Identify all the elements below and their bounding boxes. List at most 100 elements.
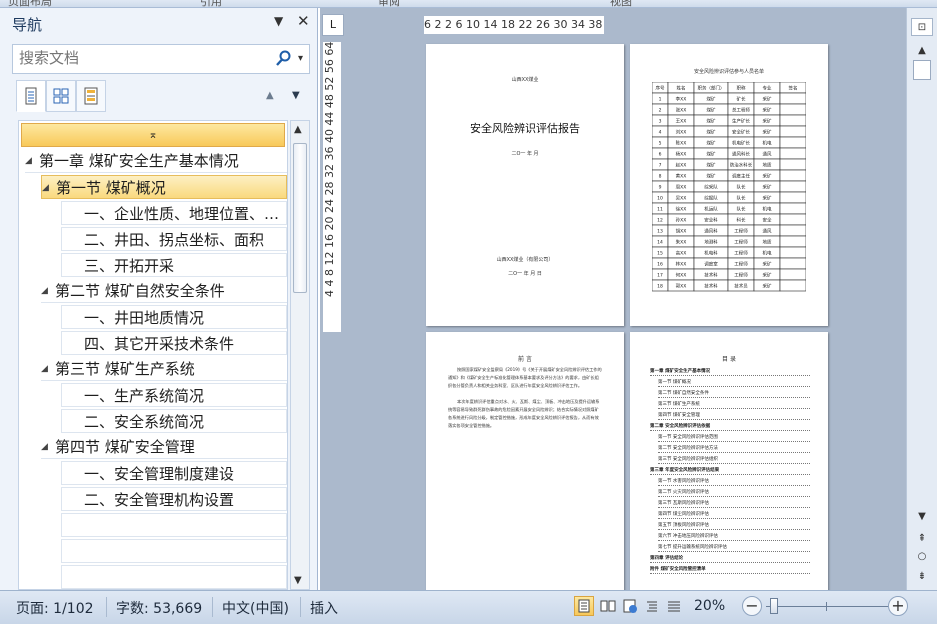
table-cell	[779, 224, 806, 237]
tree-item-label: 三、开拓开采	[84, 257, 175, 275]
tree-item-label: 第一章 煤矿安全生产基本情况	[39, 152, 239, 170]
expand-triangle-icon[interactable]: ◢	[25, 149, 39, 172]
search-box[interactable]: ▾	[12, 44, 310, 74]
table-cell	[779, 235, 806, 248]
table-cell-text: 通风	[763, 151, 772, 158]
table-cell	[779, 114, 806, 127]
zoom-out-button[interactable]: −	[742, 596, 762, 616]
outline-view-button[interactable]	[642, 596, 662, 616]
tree-item[interactable]: 一、井田地质情况	[61, 305, 287, 329]
cover-footer-date: 二O一 年 月 日	[508, 271, 542, 277]
tree-item[interactable]: 三、开拓开采	[61, 253, 287, 277]
tree-item[interactable]: ◢ 第三节 煤矿生产系统	[41, 357, 287, 381]
search-icon[interactable]	[275, 49, 293, 69]
print-layout-view-button[interactable]	[574, 596, 594, 616]
table-cell-text: 生产矿长	[732, 118, 750, 125]
table-cell	[779, 257, 806, 270]
toc-entry: 第三节 煤矿生产系统	[658, 401, 810, 409]
table-cell	[779, 213, 806, 226]
toc-entry: 第一节 水害风险辨识评估	[658, 478, 810, 486]
tree-item[interactable]: 二、安全管理机构设置	[61, 487, 287, 511]
ribbon-tab-remnant[interactable]: 审阅	[378, 0, 400, 7]
page-thumbnail-2[interactable]: 安全风险辨识评估参与人员名单 序号 姓名 职务（部门） 职称 专业 签名 1 李XX 煤矿 矿长采…	[630, 44, 828, 326]
tree-item[interactable]: 二、井田、拐点坐标、面积	[61, 227, 287, 251]
tab-selector[interactable]: L	[322, 14, 344, 36]
zoom-slider-track[interactable]	[766, 606, 890, 607]
zoom-slider-thumb[interactable]	[770, 598, 778, 614]
tree-item[interactable]: ◢ 第四节 煤矿安全管理	[41, 435, 287, 459]
table-cell-text: 技术员	[734, 283, 748, 290]
previous-result-icon[interactable]: ▲	[266, 90, 274, 101]
document-area[interactable]: L 6 2 2 6 10 14 18 22 26 30 34 38 42 4 4…	[320, 8, 906, 590]
browse-object-icon[interactable]: ○	[911, 548, 933, 566]
tab-pages[interactable]	[46, 80, 76, 112]
view-options-icon[interactable]: ⊡	[911, 18, 933, 36]
nav-scrollbar[interactable]: ▲ ▼	[290, 120, 310, 590]
expand-triangle-icon[interactable]: ◢	[42, 176, 56, 198]
page-thumbnail-3[interactable]: 前 言 按照国家煤矿安全监察局《2019》号《关于开展煤矿安全风险辨识评估工作的…	[426, 332, 624, 590]
ribbon-tab-remnant[interactable]: 视图	[610, 0, 632, 7]
document-scrollbar[interactable]: ⊡ ▲ ▼ ⇞ ○ ⇟	[906, 8, 937, 590]
scroll-up-icon[interactable]: ▲	[911, 42, 933, 60]
insert-mode-indicator[interactable]: 插入	[310, 598, 338, 618]
table-cell-text: 采矿	[763, 107, 772, 114]
table-cell	[779, 246, 806, 259]
table-cell-text: 王XX	[676, 119, 687, 125]
web-layout-view-button[interactable]	[620, 596, 640, 616]
page-thumbnail-4[interactable]: 目 录 第一章 煤矿安全生产基本情况 第一节 煤矿概况 第二节 煤矿自然安全条件 第三…	[630, 332, 828, 590]
table-header-text: 专业	[763, 85, 772, 92]
tree-item[interactable]: 一、企业性质、地理位置、…	[61, 201, 287, 225]
scroll-up-icon[interactable]: ▲	[294, 124, 302, 135]
table-cell-text: 9	[659, 185, 662, 191]
scroll-down-icon[interactable]: ▼	[911, 508, 933, 526]
document-scroll-thumb[interactable]	[913, 60, 931, 80]
table-cell-text: 1	[659, 97, 662, 103]
ribbon-tab-remnant[interactable]: 引用	[200, 0, 222, 7]
table-cell-text: 18	[657, 284, 663, 290]
draft-view-icon	[668, 601, 680, 612]
page-count[interactable]: 页面: 1/102	[16, 598, 94, 618]
tab-headings[interactable]	[16, 80, 46, 112]
draft-view-button[interactable]	[664, 596, 684, 616]
close-icon[interactable]: ✕	[297, 12, 310, 30]
scroll-down-icon[interactable]: ▼	[294, 575, 302, 586]
expand-triangle-icon[interactable]: ◢	[41, 279, 55, 302]
nav-scroll-thumb[interactable]	[293, 143, 307, 293]
vertical-ruler[interactable]: 4 4 8 12 16 20 24 28 32 36 40 44 48 52 5…	[323, 42, 341, 332]
search-options-icon[interactable]: ▾	[298, 53, 303, 64]
toc-entry: 附件 煤矿安全风险管控清单	[650, 566, 810, 574]
word-count[interactable]: 字数: 53,669	[116, 598, 202, 618]
toc-entry: 第二节 煤矿自然安全条件	[658, 390, 810, 398]
page-thumbnail-1[interactable]: 山西XX煤业 安全风险辨识评估报告 二O一 年 月 山西XX煤业（有限公司） 二…	[426, 44, 624, 326]
collapse-top-bar[interactable]: ⌅	[21, 123, 285, 147]
toc-entry: 第一节 安全风险辨识评估范围	[658, 434, 810, 442]
expand-triangle-icon[interactable]: ◢	[41, 435, 55, 458]
tab-results[interactable]	[76, 80, 106, 112]
tree-item[interactable]: ◢ 第二节 煤矿自然安全条件	[41, 279, 287, 303]
tree-item[interactable]: ◢ 第一章 煤矿安全生产基本情况	[25, 149, 287, 173]
tree-item[interactable]: ◢ 第一节 煤矿概况	[41, 175, 287, 199]
tree-item[interactable]: 四、其它开采技术条件	[61, 331, 287, 355]
expand-triangle-icon[interactable]: ◢	[41, 357, 55, 380]
full-screen-reading-button[interactable]	[598, 596, 618, 616]
table-cell	[779, 279, 806, 292]
pane-menu-icon[interactable]: ▼	[274, 14, 283, 28]
tree-item[interactable]: 一、安全管理制度建设	[61, 461, 287, 485]
next-page-icon[interactable]: ⇟	[911, 568, 933, 586]
horizontal-ruler[interactable]: 6 2 2 6 10 14 18 22 26 30 34 38 42	[424, 16, 604, 34]
tree-item[interactable]: 一、生产系统简况	[61, 383, 287, 407]
tree-item[interactable]: 二、安全系统简况	[61, 409, 287, 433]
previous-page-icon[interactable]: ⇞	[911, 530, 933, 548]
tree-item-label: 二、安全管理机构设置	[84, 491, 235, 509]
table-cell-text: 地质	[763, 162, 772, 169]
toc-entry: 第五节 顶板风险辨识评估	[658, 522, 810, 530]
language-indicator[interactable]: 中文(中国)	[222, 598, 289, 618]
next-result-icon[interactable]: ▼	[292, 90, 300, 101]
zoom-in-button[interactable]: +	[888, 596, 908, 616]
ribbon-tab-remnant[interactable]: 页面布局	[8, 0, 52, 7]
toc-entry: 第三节 瓦斯风险辨识评估	[658, 500, 810, 508]
table-cell-text: 安全	[763, 217, 772, 224]
toc-entry: 第三节 安全风险辨识评估组织	[658, 456, 810, 464]
search-input[interactable]	[19, 49, 269, 67]
zoom-level[interactable]: 20%	[694, 598, 725, 614]
